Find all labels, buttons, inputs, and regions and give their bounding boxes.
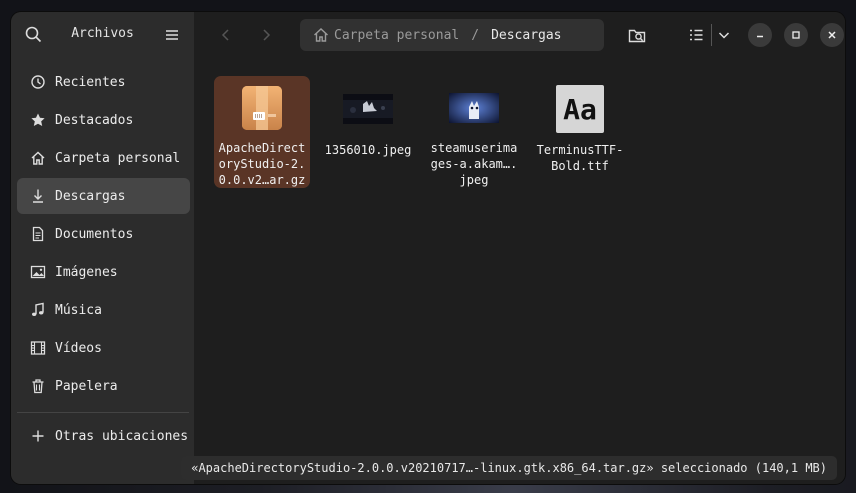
font-icon: Aa — [548, 82, 612, 136]
sidebar-item-otras-ubicaciones[interactable]: Otras ubicaciones — [17, 418, 190, 454]
file-item-image[interactable]: steamuserimages-a.akam….jpeg — [426, 76, 522, 188]
sidebar-item-carpeta-personal[interactable]: Carpeta personal — [17, 140, 190, 176]
sidebar-header: Archivos — [11, 12, 194, 58]
sidebar-item-musica[interactable]: Música — [17, 292, 190, 328]
file-name: TerminusTTF-Bold.ttf — [536, 143, 624, 173]
sidebar-item-papelera[interactable]: Papelera — [17, 368, 190, 404]
trash-icon — [29, 377, 47, 395]
back-button[interactable] — [214, 24, 238, 46]
sidebar-item-label: Descargas — [55, 188, 126, 204]
maximize-button[interactable] — [784, 23, 808, 47]
path-bar[interactable]: Carpeta personal / Descargas — [300, 19, 604, 51]
sidebar-item-label: Destacados — [55, 112, 134, 128]
sidebar-item-label: Vídeos — [55, 340, 102, 356]
sidebar-item-documentos[interactable]: Documentos — [17, 216, 190, 252]
home-icon — [29, 149, 47, 167]
music-icon — [29, 301, 47, 319]
close-button[interactable] — [820, 23, 844, 47]
home-icon — [312, 26, 330, 44]
sidebar-item-label: Recientes — [55, 74, 126, 90]
sidebar-item-recientes[interactable]: Recientes — [17, 64, 190, 100]
sidebar-item-imagenes[interactable]: Imágenes — [17, 254, 190, 290]
hamburger-menu-icon[interactable] — [162, 25, 182, 45]
sidebar-other: Otras ubicaciones — [17, 418, 190, 456]
sidebar-item-label: Música — [55, 302, 102, 318]
breadcrumb-separator: / — [471, 27, 480, 43]
image-thumbnail — [336, 82, 400, 136]
document-icon — [29, 225, 47, 243]
view-options-chevron-down-icon[interactable] — [712, 23, 736, 47]
file-name: ApacheDirectoryStudio-2.0.0.v2…ar.gz — [218, 141, 306, 187]
sidebar-item-descargas[interactable]: Descargas — [17, 178, 190, 214]
film-icon — [29, 339, 47, 357]
sidebar-item-label: Imágenes — [55, 264, 118, 280]
status-bar: «ApacheDirectoryStudio-2.0.0.v20210717…-… — [181, 456, 837, 480]
search-folder-icon[interactable] — [625, 23, 649, 47]
header-bar: Carpeta personal / Descargas — [194, 12, 845, 58]
sidebar-item-label: Carpeta personal — [55, 150, 181, 166]
star-icon — [29, 111, 47, 129]
list-view-icon[interactable] — [684, 23, 708, 47]
sidebar: Archivos Recientes Destacados Carpeta pe… — [11, 12, 194, 484]
download-icon — [29, 187, 47, 205]
plus-icon — [29, 427, 47, 445]
font-preview: Aa — [563, 92, 597, 126]
sidebar-item-videos[interactable]: Vídeos — [17, 330, 190, 366]
sidebar-item-destacados[interactable]: Destacados — [17, 102, 190, 138]
minimize-button[interactable] — [748, 23, 772, 47]
file-item-font[interactable]: Aa TerminusTTF-Bold.ttf — [532, 76, 628, 188]
breadcrumb-home[interactable]: Carpeta personal — [334, 28, 459, 43]
file-name: steamuserimages-a.akam….jpeg — [430, 141, 518, 187]
clock-icon — [29, 73, 47, 91]
sidebar-item-label: Otras ubicaciones — [55, 428, 189, 444]
sidebar-divider — [17, 412, 189, 413]
file-manager-window: Archivos Recientes Destacados Carpeta pe… — [11, 12, 845, 484]
archive-icon — [230, 82, 294, 134]
forward-button[interactable] — [254, 24, 278, 46]
sidebar-item-label: Documentos — [55, 226, 134, 242]
file-item-image[interactable]: 1356010.jpeg — [320, 76, 416, 188]
image-thumbnail — [442, 82, 506, 134]
file-name: 1356010.jpeg — [324, 143, 412, 157]
main-content: Carpeta personal / Descargas ApacheDirec… — [181, 12, 845, 484]
file-item-archive[interactable]: ApacheDirectoryStudio-2.0.0.v2…ar.gz — [214, 76, 310, 188]
sidebar-places: Recientes Destacados Carpeta personal De… — [17, 64, 190, 406]
breadcrumb-current[interactable]: Descargas — [491, 28, 561, 43]
image-icon — [29, 263, 47, 281]
sidebar-item-label: Papelera — [55, 378, 118, 394]
